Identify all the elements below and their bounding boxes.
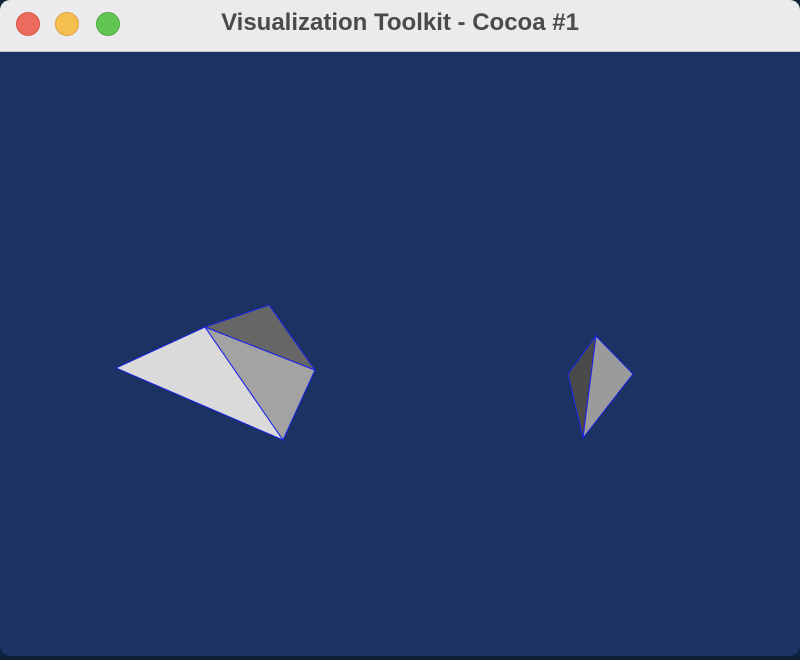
title-bar[interactable]: Visualization Toolkit - Cocoa #1 bbox=[0, 0, 800, 52]
render-viewport[interactable] bbox=[0, 52, 800, 656]
desktop-background-strip bbox=[0, 656, 800, 660]
application-window: Visualization Toolkit - Cocoa #1 bbox=[0, 0, 800, 656]
right-mesh[interactable] bbox=[567, 334, 634, 440]
window-title: Visualization Toolkit - Cocoa #1 bbox=[221, 9, 579, 36]
left-mesh[interactable] bbox=[114, 304, 317, 442]
render-canvas[interactable] bbox=[0, 52, 800, 656]
